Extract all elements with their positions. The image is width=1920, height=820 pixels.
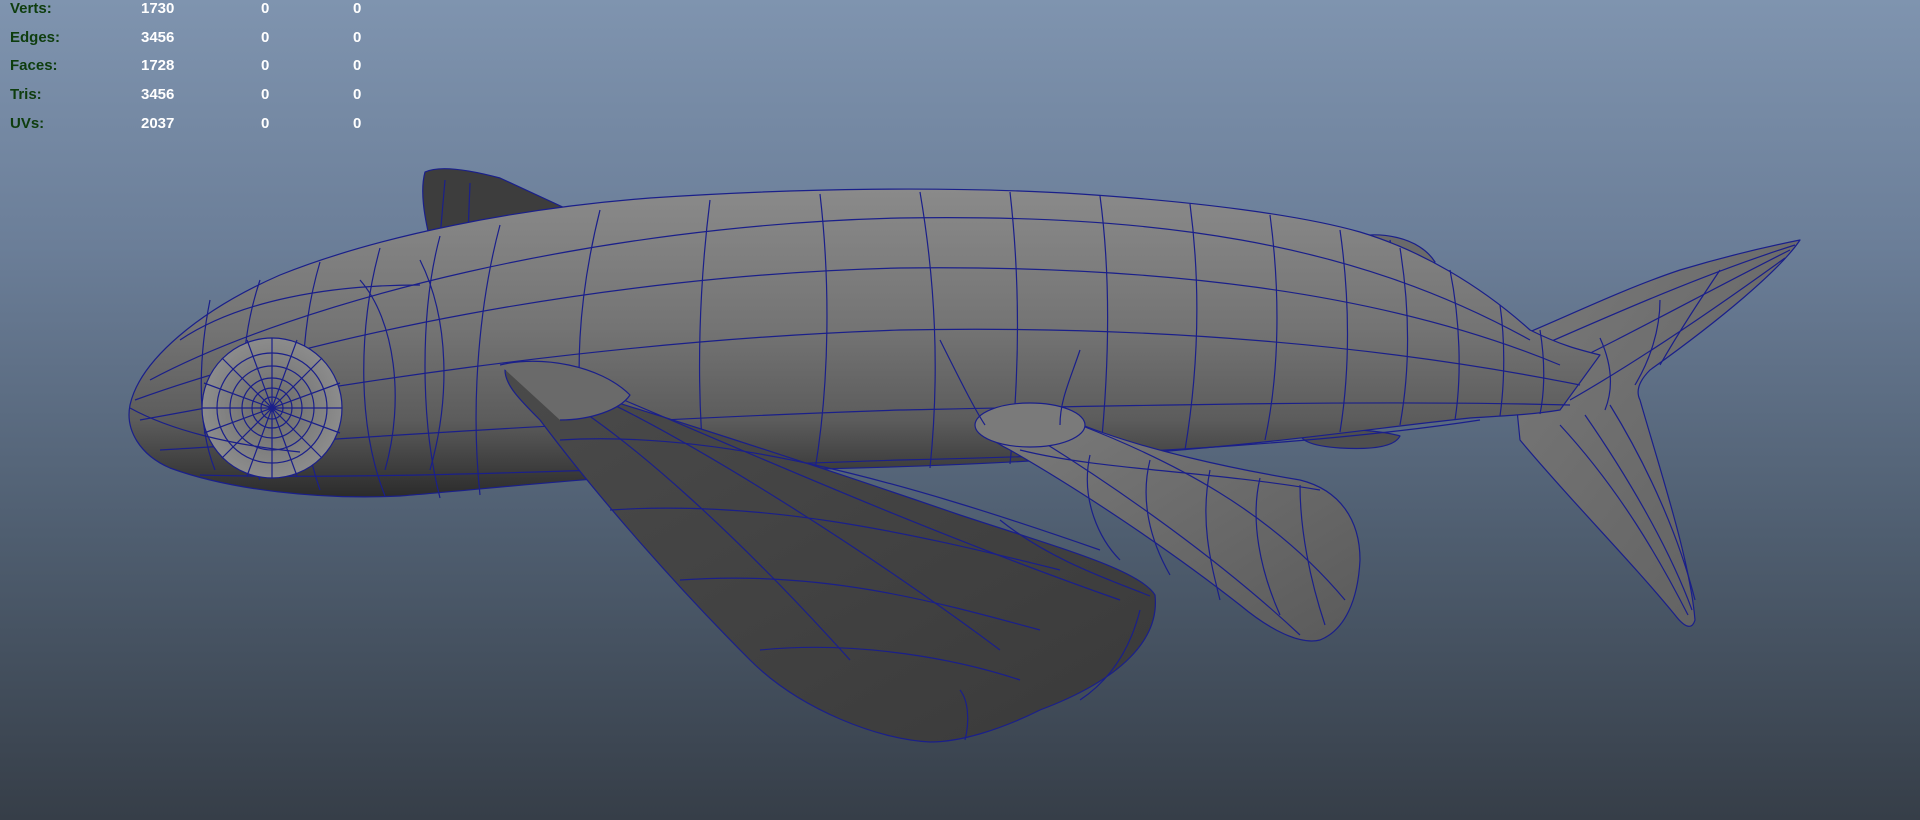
tail-fin	[1509, 239, 1801, 627]
fin-root	[974, 402, 1086, 448]
eye-socket	[201, 337, 343, 479]
3d-viewport[interactable]: Verts: 1730 0 0 Edges: 3456 0 0 Faces: 1…	[0, 0, 1920, 820]
fish-mesh-model[interactable]	[0, 0, 1920, 820]
